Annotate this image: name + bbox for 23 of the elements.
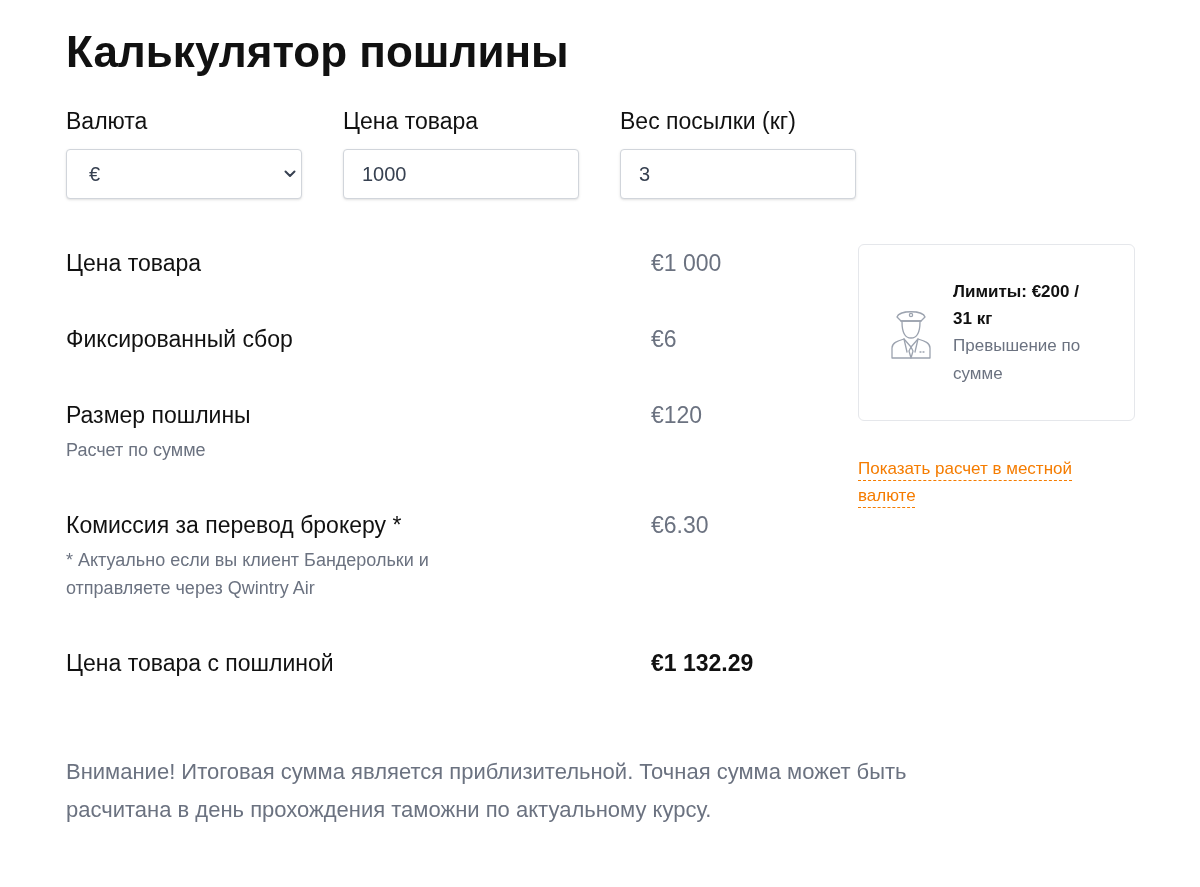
row-note: Расчет по сумме	[66, 439, 207, 462]
limits-title: Лимиты: €200 / 31 кг	[953, 280, 1080, 330]
row-value: €120	[651, 401, 703, 430]
row-note: * Актуально если вы клиент Бандерольки и отправляете через Qwintry Air	[66, 549, 430, 600]
row-value: €1 000	[651, 249, 722, 278]
field-label: Вес посылки (кг)	[620, 107, 796, 136]
total-label: Цена товара с пошлиной	[66, 649, 334, 678]
limits-status: Превышение по сумме	[953, 334, 1082, 385]
row-label: Цена товара	[66, 249, 202, 278]
chevron-down-icon	[284, 170, 296, 178]
field-label: Валюта	[66, 107, 148, 136]
total-value: €1 132.29	[651, 649, 754, 678]
price-field[interactable]: 1000	[343, 149, 579, 199]
row-value: €6	[651, 325, 677, 354]
field-label: Цена товара	[343, 107, 479, 136]
row-value: €6.30	[651, 511, 709, 540]
row-label: Комиссия за перевод брокеру *	[66, 511, 402, 540]
weight-field[interactable]: 3	[620, 149, 856, 199]
warning-text: Внимание! Итоговая сумма является приблизительной. Точная сумма может быть расчитана в день прохождения таможни по актуальному курсу.	[66, 758, 908, 824]
currency-select[interactable]: €	[66, 149, 302, 199]
row-label: Фиксированный сбор	[66, 325, 293, 354]
row-label: Размер пошлины	[66, 401, 251, 430]
page-title: Калькулятор пошлины	[66, 27, 569, 77]
